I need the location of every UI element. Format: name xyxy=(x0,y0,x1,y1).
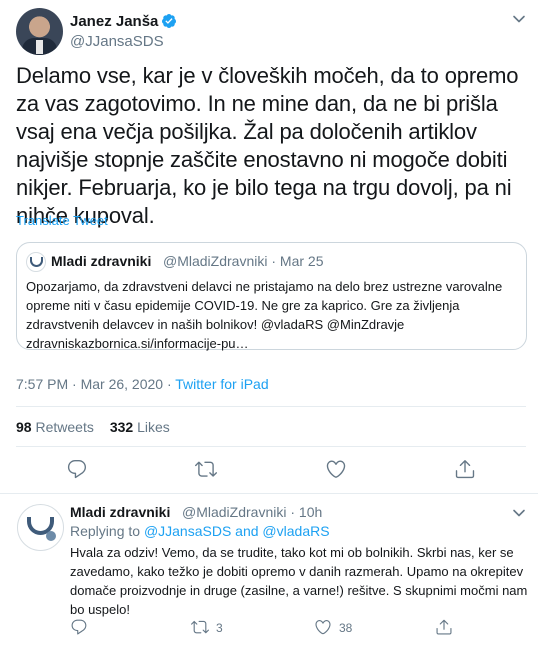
reply-like-count[interactable]: 38 xyxy=(339,621,352,635)
tweet-stats: 98 Retweets 332 Likes xyxy=(16,419,170,435)
tweet-text: Delamo vse, kar je v človeških močeh, da… xyxy=(16,63,519,228)
reply-meta: @MladiZdravniki · 10h xyxy=(182,504,322,520)
replying-to: Replying to @JJansaSDS and @vladaRS xyxy=(70,523,330,539)
retweets-count[interactable]: 98 xyxy=(16,419,32,435)
share-icon[interactable] xyxy=(435,618,453,636)
reply-actions: 3 38 xyxy=(0,618,538,640)
quoted-meta: @MladiZdravniki · Mar 25 xyxy=(163,253,323,269)
likes-label[interactable]: Likes xyxy=(137,419,170,435)
divider xyxy=(16,406,526,407)
chevron-down-icon[interactable] xyxy=(512,12,526,26)
translate-tweet-link[interactable]: Translate Tweet xyxy=(16,213,108,228)
author-handle[interactable]: @JJansaSDS xyxy=(70,33,164,50)
reply-text: Hvala za odziv! Vemo, da se trudite, tak… xyxy=(70,545,528,617)
reply-retweet-count[interactable]: 3 xyxy=(216,621,223,635)
reply-icon[interactable] xyxy=(66,458,88,480)
retweet-icon[interactable] xyxy=(191,618,209,636)
share-icon[interactable] xyxy=(454,458,476,480)
tweet-source[interactable]: Twitter for iPad xyxy=(175,376,268,392)
retweet-icon[interactable] xyxy=(195,458,217,480)
reply-time[interactable]: · 10h xyxy=(290,504,322,520)
author-name-row[interactable]: Janez Janša xyxy=(70,13,177,30)
like-icon[interactable] xyxy=(325,458,347,480)
replying-targets[interactable]: @JJansaSDS and @vladaRS xyxy=(144,523,330,539)
quoted-author-name: Mladi zdravniki xyxy=(51,253,152,269)
reply-author-name[interactable]: Mladi zdravniki xyxy=(70,504,170,520)
timestamp-text[interactable]: 7:57 PM · Mar 26, 2020 · xyxy=(16,376,175,392)
quoted-date: · Mar 25 xyxy=(271,253,324,269)
tweet-actions xyxy=(0,458,538,484)
reply-author-avatar[interactable] xyxy=(17,504,64,551)
tweet-timestamp: 7:57 PM · Mar 26, 2020 · Twitter for iPa… xyxy=(16,376,269,392)
quoted-text: Opozarjamo, da zdravstveni delavci ne pr… xyxy=(26,279,503,351)
reply-tweet[interactable]: Mladi zdravniki @MladiZdravniki · 10h Re… xyxy=(0,494,538,650)
reply-icon[interactable] xyxy=(70,618,88,636)
quoted-author-avatar xyxy=(26,252,46,272)
chevron-down-icon[interactable] xyxy=(512,506,526,520)
likes-count[interactable]: 332 xyxy=(110,419,133,435)
retweets-label[interactable]: Retweets xyxy=(35,419,93,435)
like-icon[interactable] xyxy=(314,618,332,636)
author-avatar[interactable] xyxy=(16,8,63,55)
author-name[interactable]: Janez Janša xyxy=(70,13,158,30)
quoted-author-handle: @MladiZdravniki xyxy=(163,253,268,269)
divider xyxy=(16,446,526,447)
verified-badge-icon xyxy=(162,14,177,28)
quoted-tweet[interactable]: Mladi zdravniki @MladiZdravniki · Mar 25… xyxy=(16,242,527,351)
replying-prefix: Replying to xyxy=(70,523,144,539)
reply-author-handle[interactable]: @MladiZdravniki xyxy=(182,504,286,520)
